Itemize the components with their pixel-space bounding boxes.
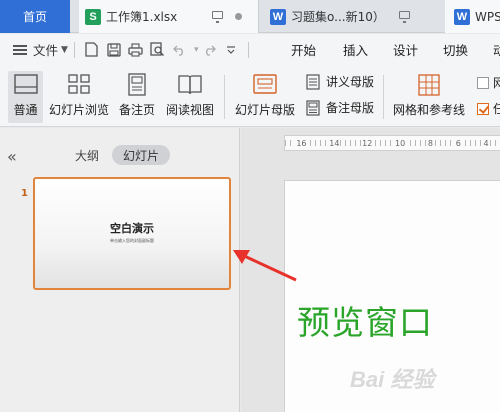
- save-icon[interactable]: [103, 39, 125, 61]
- menu-bar: 文件 ▼ ▾: [0, 34, 500, 65]
- taskpane-checkbox-label: 任: [493, 102, 500, 116]
- slide-thumbnail[interactable]: 空白演示 单击输入您的封面副标题: [33, 177, 231, 290]
- handout-master-button[interactable]: 讲义母版: [305, 73, 374, 90]
- document-tab-bar: 首页 S 工作簿1.xlsx W 习题集o...新10） W WPS: [0, 0, 500, 33]
- handout-master-label: 讲义母版: [326, 75, 375, 89]
- spreadsheet-icon: S: [85, 8, 101, 25]
- monitor-icon[interactable]: [212, 11, 223, 23]
- notes-master-icon: [306, 99, 320, 116]
- watermark-logo: Bai 经验: [350, 367, 435, 392]
- slide-sorter-button[interactable]: 幻灯片浏览: [48, 71, 110, 123]
- tab-exercise-label: 习题集o...新10）: [291, 10, 385, 24]
- tab-exercise-doc[interactable]: W 习题集o...新10）: [261, 0, 441, 33]
- tab-workbook-label: 工作簿1.xlsx: [106, 10, 178, 24]
- slide-master-button[interactable]: 幻灯片母版: [233, 71, 297, 123]
- preview-window-annotation: 预览窗口: [297, 303, 433, 342]
- notes-page-label: 备注页: [118, 103, 155, 117]
- reading-view-button[interactable]: 阅读视图: [163, 71, 217, 123]
- writer-icon: W: [454, 8, 470, 25]
- more-chevron-icon[interactable]: [220, 39, 242, 61]
- print-icon[interactable]: [125, 39, 147, 61]
- ruler-label: 6: [454, 138, 462, 148]
- reading-view-icon: [178, 75, 202, 95]
- normal-view-button[interactable]: 普通: [8, 71, 43, 123]
- ruler-label: 12: [361, 138, 374, 148]
- ruler-label: 8: [426, 138, 434, 148]
- notes-page-button[interactable]: 备注页: [116, 71, 158, 123]
- thumbnail-title: 空白演示: [110, 222, 154, 235]
- undo-icon[interactable]: [169, 39, 191, 61]
- file-menu[interactable]: 文件: [33, 40, 58, 59]
- divider: [73, 41, 75, 58]
- slide-master-label: 幻灯片母版: [234, 103, 295, 117]
- new-file-icon[interactable]: [81, 39, 103, 61]
- gridlines-checkbox-label: 网: [493, 76, 500, 90]
- slide-number: 1: [21, 188, 28, 199]
- tab-wps-label: WPS: [475, 9, 500, 24]
- print-preview-icon[interactable]: [147, 39, 169, 61]
- horizontal-ruler: 16 14 12 10 8 6 4: [284, 135, 500, 151]
- slide-master-icon: [253, 74, 277, 94]
- writer-icon: W: [270, 8, 286, 25]
- divider: [224, 75, 225, 119]
- ruler-label: 14: [328, 138, 341, 148]
- unsaved-dot-icon[interactable]: [235, 13, 242, 20]
- gridlines-checkbox[interactable]: 网: [477, 74, 500, 91]
- thumbnail-subtitle: 单击输入您的封面副标题: [110, 238, 154, 243]
- menu-design[interactable]: 设计: [393, 40, 418, 59]
- tab-wps[interactable]: W WPS: [445, 0, 500, 33]
- normal-view-icon: [13, 74, 38, 94]
- notes-master-button[interactable]: 备注母版: [305, 99, 374, 116]
- slide-sorter-label: 幻灯片浏览: [48, 103, 109, 117]
- reading-view-label: 阅读视图: [165, 103, 214, 117]
- redo-icon[interactable]: [198, 39, 220, 61]
- ruler-label: 16: [295, 138, 308, 148]
- menu-insert[interactable]: 插入: [343, 40, 368, 59]
- grid-guides-button[interactable]: 网格和参考线: [391, 71, 467, 123]
- tab-workbook[interactable]: S 工作簿1.xlsx: [79, 0, 259, 33]
- divider: [248, 41, 250, 58]
- menu-transition[interactable]: 切换: [443, 40, 468, 59]
- menu-start[interactable]: 开始: [291, 40, 316, 59]
- notes-master-label: 备注母版: [326, 101, 375, 115]
- tab-home[interactable]: 首页: [0, 0, 70, 33]
- checkbox-checked-icon: [477, 102, 489, 115]
- ruler-label: 4: [482, 138, 490, 148]
- ruler-label: 10: [394, 138, 407, 148]
- normal-view-label: 普通: [13, 103, 38, 117]
- collapse-panel-icon[interactable]: «: [7, 147, 17, 166]
- slide-navigation-panel: « 大纲 幻灯片 1 空白演示 单击输入您的封面副标题: [0, 128, 240, 412]
- tab-slides[interactable]: 幻灯片: [112, 145, 170, 165]
- handout-master-icon: [306, 73, 320, 90]
- tab-outline[interactable]: 大纲: [75, 147, 99, 164]
- taskpane-checkbox[interactable]: 任: [477, 100, 500, 117]
- divider: [383, 75, 384, 119]
- checkbox-unchecked-icon: [477, 76, 489, 89]
- menu-animation[interactable]: 动: [493, 40, 500, 59]
- chevron-down-icon[interactable]: ▼: [61, 45, 68, 55]
- tab-home-label: 首页: [22, 10, 47, 24]
- notes-page-icon: [128, 73, 146, 96]
- slide-sorter-icon: [68, 74, 90, 94]
- grid-icon: [418, 74, 440, 96]
- grid-guides-label: 网格和参考线: [392, 103, 465, 117]
- hamburger-menu-icon[interactable]: [13, 44, 27, 55]
- ruler-numbers: 16 14 12 10 8 6 4: [285, 138, 500, 148]
- monitor-icon[interactable]: [399, 11, 410, 23]
- annotation-arrow-icon: [233, 250, 297, 282]
- ribbon-view-toolbar: 普通 幻灯片浏览 备注页 阅读视图 幻灯片母版 讲义母版 备注母版 网格和参考线…: [0, 65, 500, 127]
